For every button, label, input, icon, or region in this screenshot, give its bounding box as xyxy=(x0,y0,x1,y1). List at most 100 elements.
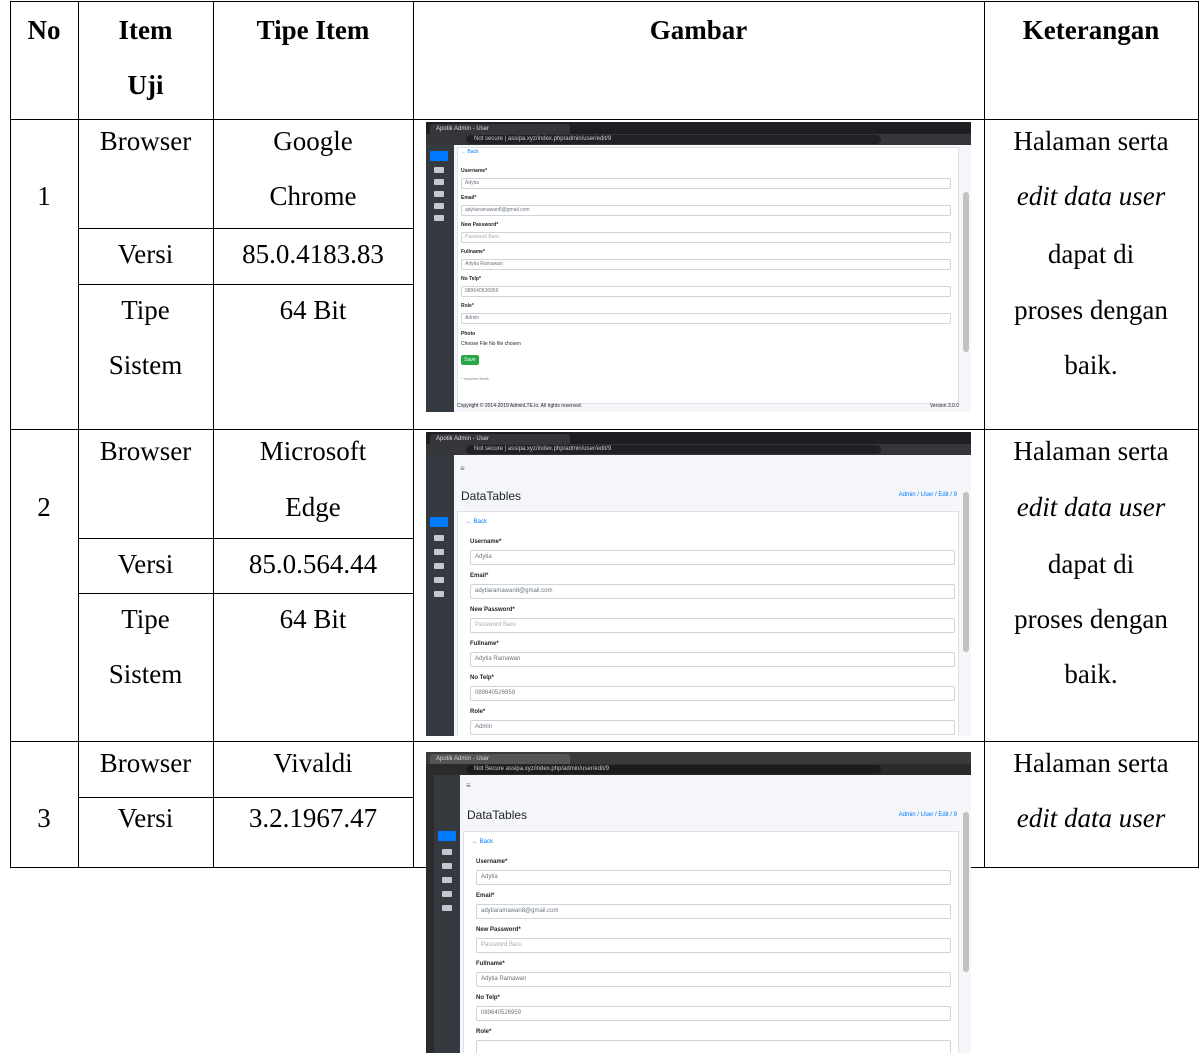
username-input: Adytia xyxy=(476,870,951,885)
versi-label: Versi xyxy=(117,239,174,269)
browser-value-2: Chrome xyxy=(269,181,357,211)
fullname-label: Fullname* xyxy=(476,961,505,967)
menu-icon: ≡ xyxy=(460,464,465,473)
row-number: 1 xyxy=(37,181,51,211)
telp-label: No Telp* xyxy=(476,995,500,1001)
keterangan-line: baik. xyxy=(1064,659,1118,689)
back-link: ← Back xyxy=(472,839,494,845)
browser-label: Browser xyxy=(99,126,192,156)
role-select xyxy=(476,1040,951,1053)
role-select: Admin xyxy=(461,313,951,324)
telp-label: No Telp* xyxy=(470,675,494,681)
browser-value: Google xyxy=(273,126,353,156)
telp-input: 089640526959 xyxy=(461,286,951,297)
fullname-input: Adytia Ramawan xyxy=(461,259,951,270)
address-bar: Not secure | assipa.xyz/index.php/admin/… xyxy=(466,135,881,144)
role-label: Role* xyxy=(461,303,474,309)
versi-value: 3.2.1967.47 xyxy=(248,803,378,833)
page-title: DataTables xyxy=(467,808,528,822)
admin-sidebar xyxy=(426,145,454,412)
header-item-uji: Item xyxy=(118,15,173,45)
role-label: Role* xyxy=(470,709,486,715)
telp-input: 089640526959 xyxy=(470,686,955,701)
telp-input: 089640526959 xyxy=(476,1006,951,1021)
keterangan-line: dapat di xyxy=(1047,549,1135,579)
vivaldi-panel xyxy=(426,775,434,1053)
browser-value: Microsoft xyxy=(259,436,367,466)
password-label: New Password* xyxy=(461,222,499,228)
password-input: Password Baru xyxy=(470,618,955,633)
browser-tab: Apotik Admin - User xyxy=(430,434,570,444)
file-input: Choose File No file chosen xyxy=(461,341,521,347)
fullname-label: Fullname* xyxy=(461,249,485,255)
footer-version: Version 3.0.0 xyxy=(929,403,959,409)
row-number: 2 xyxy=(37,492,51,522)
keterangan-line: edit data user xyxy=(1016,181,1166,211)
keterangan-line: proses dengan xyxy=(1014,295,1168,325)
browser-tab: Apotik Admin - User xyxy=(430,124,570,134)
versi-label: Versi xyxy=(117,803,174,833)
admin-sidebar xyxy=(426,455,454,736)
tipe-sistem-label: Tipe xyxy=(121,604,170,634)
chrome-screenshot: Apotik Admin - User Not secure | assipa.… xyxy=(426,122,971,412)
address-bar: Not secure | assipa.xyz/index.php/admin/… xyxy=(466,445,881,454)
scrollbar xyxy=(963,812,969,972)
password-label: New Password* xyxy=(470,607,515,613)
username-input: Adytia xyxy=(470,550,955,565)
back-link: ← Back xyxy=(466,519,488,525)
address-bar: Not Secure assipa.xyz/index.php/admin/us… xyxy=(466,765,881,774)
role-label: Role* xyxy=(476,1029,492,1035)
footer-copyright: Copyright © 2014-2019 AdminLTE.io. All r… xyxy=(457,403,583,409)
keterangan-line: proses dengan xyxy=(1014,604,1168,634)
header-keterangan: Keterangan xyxy=(1022,15,1160,45)
tipe-sistem-label-2: Sistem xyxy=(108,350,183,380)
menu-icon: ≡ xyxy=(466,781,471,790)
browser-label: Browser xyxy=(99,748,192,778)
scrollbar xyxy=(963,192,969,352)
browser-label: Browser xyxy=(99,436,192,466)
tipe-sistem-value: 64 Bit xyxy=(279,295,347,325)
username-input: Adytia xyxy=(461,178,951,189)
username-label: Username* xyxy=(461,168,488,174)
scrollbar xyxy=(963,492,969,652)
fullname-input: Adytia Ramawan xyxy=(470,652,955,667)
breadcrumb: Admin / User / Edit / 9 xyxy=(898,812,957,818)
username-label: Username* xyxy=(476,859,508,865)
back-link: ← Back xyxy=(461,149,479,155)
password-label: New Password* xyxy=(476,927,521,933)
versi-label: Versi xyxy=(117,549,174,579)
keterangan-line: dapat di xyxy=(1047,239,1135,269)
browser-value: Vivaldi xyxy=(273,748,353,778)
keterangan-line: baik. xyxy=(1064,350,1118,380)
edge-screenshot: Apotik Admin - User Not secure | assipa.… xyxy=(426,432,971,736)
email-input: adytiaramawan8@gmail.com xyxy=(470,584,955,599)
save-button: Save xyxy=(461,355,479,365)
tipe-sistem-label-2: Sistem xyxy=(108,659,183,689)
role-select: Admin xyxy=(470,720,955,735)
header-gambar: Gambar xyxy=(649,15,748,45)
fullname-label: Fullname* xyxy=(470,641,499,647)
email-label: Email* xyxy=(476,893,495,899)
keterangan-line: Halaman serta xyxy=(1013,126,1169,156)
username-label: Username* xyxy=(470,539,502,545)
email-input: adytiaramawan8@gmail.com xyxy=(461,205,951,216)
browser-value-2: Edge xyxy=(285,492,341,522)
admin-sidebar xyxy=(434,775,460,1053)
keterangan-line: Halaman serta xyxy=(1013,436,1169,466)
fullname-input: Adytia Ramawan xyxy=(476,972,951,987)
photo-label: Photo xyxy=(461,331,476,337)
browser-tab: Apotik Admin - User xyxy=(430,754,570,764)
header-item-uji-2: Uji xyxy=(127,70,164,100)
password-input: Password Baru xyxy=(461,232,951,243)
header-tipe-item: Tipe Item xyxy=(256,15,370,45)
password-input: Password Baru xyxy=(476,938,951,953)
email-input: adytiaramawan8@gmail.com xyxy=(476,904,951,919)
email-label: Email* xyxy=(461,195,477,201)
row-number: 3 xyxy=(37,803,51,833)
header-no: No xyxy=(27,15,61,45)
vivaldi-screenshot: Apotik Admin - User Not Secure assipa.xy… xyxy=(426,752,971,1053)
keterangan-line: edit data user xyxy=(1016,492,1166,522)
telp-label: No Telp* xyxy=(461,276,481,282)
keterangan-line: Halaman serta xyxy=(1013,748,1169,778)
tipe-sistem-label: Tipe xyxy=(121,295,170,325)
